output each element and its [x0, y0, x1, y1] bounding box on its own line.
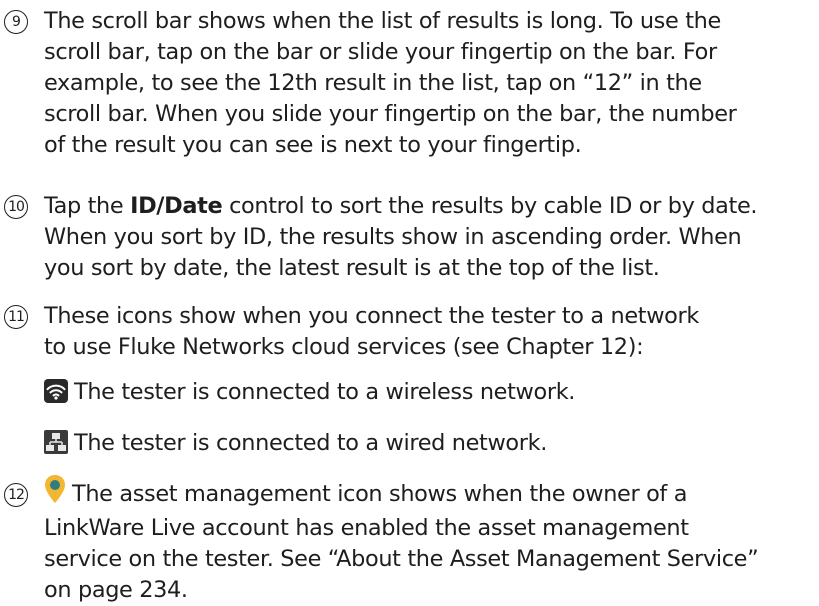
step-9-line: scroll bar. When you slide your fingerti…: [44, 101, 737, 127]
step-12-line: on page 234.: [44, 577, 188, 603]
step-12-line: The asset management icon shows when the…: [44, 474, 819, 513]
step-number-10: 10: [4, 195, 28, 219]
wireless-row: The tester is connected to a wireless ne…: [44, 377, 819, 412]
step-12-text: The asset management icon shows when the…: [44, 474, 819, 606]
step-10-line: you sort by date, the latest result is a…: [44, 255, 660, 281]
step-9-line: The scroll bar shows when the list of re…: [44, 8, 721, 34]
wired-network-icon: [44, 430, 68, 463]
wireless-text: The tester is connected to a wireless ne…: [74, 379, 576, 405]
id-date-control-label: ID/Date: [130, 193, 223, 219]
step-10-line: Tap the ID/Date control to sort the resu…: [44, 193, 758, 219]
wired-text: The tester is connected to a wired netwo…: [74, 430, 548, 456]
step-number-11: 11: [4, 305, 28, 329]
step-10-text: Tap the ID/Date control to sort the resu…: [44, 191, 819, 284]
asset-management-icon: [44, 474, 66, 513]
step-9-line: scroll bar, tap on the bar or slide your…: [44, 39, 717, 65]
step-11-line: to use Fluke Networks cloud services (se…: [44, 334, 644, 360]
step-9-line: example, to see the 12th result in the l…: [44, 70, 702, 96]
step-11-text: These icons show when you connect the te…: [44, 301, 819, 363]
step-9-line: of the result you can see is next to you…: [44, 132, 582, 158]
step-9-text: The scroll bar shows when the list of re…: [44, 6, 819, 161]
step-12-line: service on the tester. See “About the As…: [44, 546, 759, 572]
wired-row: The tester is connected to a wired netwo…: [44, 428, 819, 463]
step-10-line: When you sort by ID, the results show in…: [44, 224, 742, 250]
step-11-line: These icons show when you connect the te…: [44, 303, 699, 329]
step-12-line: LinkWare Live account has enabled the as…: [44, 515, 689, 541]
step-number-9: 9: [4, 10, 28, 34]
wifi-icon: [44, 379, 68, 412]
step-number-12: 12: [4, 483, 28, 507]
